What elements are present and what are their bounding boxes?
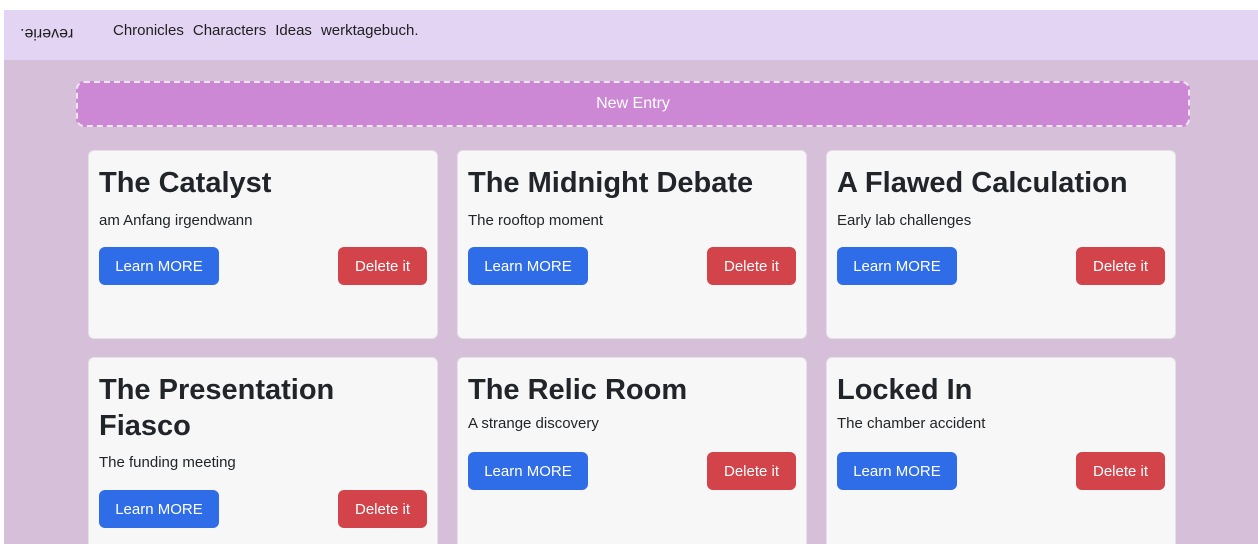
card-title: The Midnight Debate [468,167,754,199]
card-title: The Relic Room [468,374,688,406]
nav-link-werktagebuch[interactable]: werktagebuch. [321,22,419,39]
delete-button[interactable]: Delete it [1076,452,1165,490]
nav-links: Chronicles Characters Ideas werktagebuch… [113,22,428,39]
card-subtitle: The funding meeting [99,454,236,471]
delete-button[interactable]: Delete it [707,247,796,285]
nav-link-chronicles[interactable]: Chronicles [113,22,184,39]
delete-button[interactable]: Delete it [707,452,796,490]
entry-card: The Relic Room A strange discovery Learn… [457,357,807,544]
card-subtitle: am Anfang irgendwann [99,212,253,229]
entry-card: Locked In The chamber accident Learn MOR… [826,357,1176,544]
learn-more-button[interactable]: Learn MORE [837,452,957,490]
card-subtitle: A strange discovery [468,415,599,432]
card-title: The Catalyst [99,167,272,199]
learn-more-button[interactable]: Learn MORE [468,452,588,490]
card-title: A Flawed Calculation [837,167,1128,199]
entry-card: The Presentation Fiasco The funding meet… [88,357,438,544]
card-subtitle: The chamber accident [837,415,986,432]
card-subtitle: The rooftop moment [468,212,604,229]
new-entry-button[interactable]: New Entry [76,81,1190,127]
entry-card: A Flawed Calculation Early lab challenge… [826,150,1176,339]
card-subtitle: Early lab challenges [837,212,972,229]
learn-more-button[interactable]: Learn MORE [99,247,219,285]
learn-more-button[interactable]: Learn MORE [468,247,588,285]
card-title: Locked In [837,374,973,406]
learn-more-button[interactable]: Learn MORE [99,490,219,528]
delete-button[interactable]: Delete it [1076,247,1165,285]
learn-more-button[interactable]: Learn MORE [837,247,957,285]
navbar: reverie. Chronicles Characters Ideas wer… [4,10,1258,60]
nav-link-ideas[interactable]: Ideas [275,22,312,39]
app-frame: reverie. Chronicles Characters Ideas wer… [4,10,1258,544]
card-title: The Presentation Fiasco [99,374,335,442]
entry-card: The Midnight Debate The rooftop moment L… [457,150,807,339]
delete-button[interactable]: Delete it [338,247,427,285]
delete-button[interactable]: Delete it [338,490,427,528]
entry-card: The Catalyst am Anfang irgendwann Learn … [88,150,438,339]
brand-logo[interactable]: reverie. [20,24,73,42]
nav-link-characters[interactable]: Characters [193,22,266,39]
